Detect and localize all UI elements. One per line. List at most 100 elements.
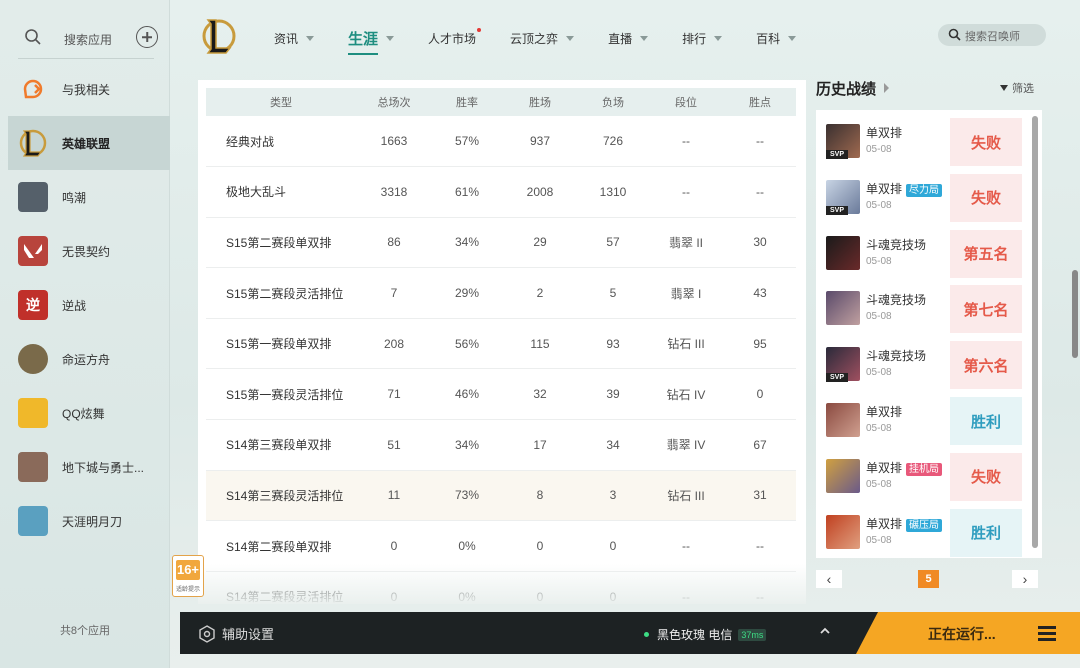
nizhan-icon: 逆 — [18, 290, 48, 320]
table-row[interactable]: 经典对战 1663 57% 937 726 -- -- — [206, 116, 796, 168]
history-scroll-thumb[interactable] — [1032, 116, 1038, 548]
running-status-button[interactable]: 正在运行... — [856, 612, 1080, 654]
sidebar-app-label: 与我相关 — [62, 83, 111, 97]
match-history-item[interactable]: 斗魂竞技场 05-08 第七名 — [816, 281, 1034, 337]
match-history-item[interactable]: SVP 单双排 05-08 失败 — [816, 114, 1034, 170]
nav-tab[interactable]: 直播 — [608, 30, 649, 47]
table-row[interactable]: S15第一赛段单双排 208 56% 115 93 钻石 III 95 — [206, 318, 796, 370]
sidebar-divider — [18, 58, 154, 59]
menu-icon[interactable] — [1038, 626, 1056, 641]
sidebar-app-item[interactable]: 地下城与勇士... — [8, 440, 170, 494]
table-cell: 0 — [502, 571, 578, 604]
sidebar-app-item[interactable]: 鸣潮 — [8, 170, 170, 224]
table-cell: 翡翠 IV — [648, 419, 724, 471]
table-cell: -- — [648, 571, 724, 604]
age-rating-badge: 16+ 适龄提示 — [172, 555, 204, 597]
valorant-icon — [18, 236, 48, 266]
lol-logo-icon[interactable] — [202, 16, 236, 56]
history-scrollbar[interactable] — [1032, 116, 1038, 548]
table-cell: 30 — [724, 217, 796, 269]
search-icon — [25, 29, 41, 45]
nav-tab[interactable]: 资讯 — [274, 30, 315, 47]
table-row[interactable]: S14第二赛段灵活排位 0 0% 0 0 -- -- — [206, 571, 796, 604]
table-cell: 34% — [432, 217, 502, 269]
sidebar-app-label: 鸣潮 — [62, 191, 87, 205]
app-count: 共8个应用 — [59, 625, 111, 637]
nav-tab[interactable]: 排行 — [682, 30, 723, 47]
sidebar-app-item[interactable]: 无畏契约 — [8, 224, 170, 278]
table-body: 经典对战 1663 57% 937 726 -- -- 极地大乱斗 3318 61% 2008 131… — [206, 116, 796, 604]
table-cell: 极地大乱斗 — [206, 166, 356, 218]
prev-page-button[interactable]: ‹ — [816, 570, 842, 588]
svp-badge: SVP — [826, 373, 848, 383]
table-cell: 93 — [578, 318, 648, 370]
match-mode-label: 单双排 — [866, 516, 903, 531]
table-cell: 31 — [724, 470, 796, 522]
column-header: 段位 — [648, 88, 724, 116]
table-cell: 0 — [356, 571, 432, 604]
table-row[interactable]: S15第一赛段灵活排位 71 46% 32 39 钻石 IV 0 — [206, 368, 796, 421]
table-row[interactable]: S15第二赛段单双排 86 34% 29 57 翡翠 II 30 — [206, 217, 796, 269]
chevron-right-icon[interactable] — [884, 83, 889, 93]
summoner-search-placeholder: 搜索召唤师 — [965, 31, 1020, 43]
add-app-icon[interactable] — [136, 26, 158, 48]
table-row[interactable]: S14第二赛段单双排 0 0% 0 0 -- -- — [206, 520, 796, 572]
nav-tab[interactable]: 生涯 — [348, 28, 395, 55]
next-page-button[interactable]: › — [1012, 570, 1038, 588]
app-search[interactable]: 搜索应用 — [0, 20, 170, 56]
match-mode: 斗魂竞技场 — [866, 291, 926, 308]
online-dot-icon — [644, 632, 649, 637]
table-cell: 95 — [724, 318, 796, 370]
table-cell: -- — [724, 166, 796, 218]
match-history-item[interactable]: SVP 斗魂竞技场 05-08 第六名 — [816, 337, 1034, 393]
history-title[interactable]: 历史战绩 — [816, 78, 876, 99]
sidebar-app-item[interactable]: 天涯明月刀 — [8, 494, 170, 548]
match-mode-label: 斗魂竞技场 — [866, 349, 927, 364]
server-status[interactable]: 黑色玫瑰 电信 37ms — [644, 626, 767, 643]
match-history-item[interactable]: 单双排 碾压局 05-08 胜利 — [816, 505, 1034, 561]
table-cell: 2008 — [502, 166, 578, 218]
chevron-down-icon — [566, 35, 575, 41]
assist-settings-button[interactable]: 辅助设置 — [198, 624, 274, 643]
nav-tab[interactable]: 百科 — [756, 30, 797, 47]
table-row[interactable]: 极地大乱斗 3318 61% 2008 1310 -- -- — [206, 166, 796, 218]
table-row[interactable]: S14第三赛段单双排 51 34% 17 34 翡翠 IV 67 — [206, 419, 796, 471]
table-cell: S14第二赛段灵活排位 — [206, 571, 356, 604]
match-history-item[interactable]: 单双排 挂机局 05-08 失败 — [816, 449, 1034, 505]
sidebar-app-item[interactable]: 英雄联盟 — [8, 116, 170, 170]
nav-tab[interactable]: 人才市场 — [428, 27, 482, 47]
chevron-up-icon[interactable] — [820, 626, 830, 636]
table-cell: 61% — [432, 166, 502, 218]
match-tag: 尽力局 — [906, 183, 943, 197]
match-history-item[interactable]: 斗魂竞技场 05-08 第五名 — [816, 226, 1034, 282]
page-scrollbar[interactable] — [1072, 270, 1078, 358]
match-tag: 碾压局 — [906, 518, 943, 532]
table-cell: -- — [724, 571, 796, 604]
match-history-item[interactable]: 单双排 05-08 胜利 — [816, 393, 1034, 449]
nav-tabs: 资讯 生涯 人才市场 云顶之弈 直播 排行 百科 — [274, 26, 830, 55]
sidebar-app-item[interactable]: 命运方舟 — [8, 332, 170, 386]
table-cell: 726 — [578, 116, 648, 168]
current-page[interactable]: 5 — [918, 570, 939, 588]
sidebar-app-item[interactable]: 逆逆战 — [8, 278, 170, 332]
match-history-item[interactable]: SVP 单双排 尽力局 05-08 失败 — [816, 170, 1034, 226]
table-cell: 3318 — [356, 166, 432, 218]
summoner-search[interactable]: 搜索召唤师 — [938, 24, 1046, 46]
table-row[interactable]: S14第三赛段灵活排位 11 73% 8 3 钻石 III 31 — [206, 470, 796, 522]
table-row[interactable]: S15第二赛段灵活排位 7 29% 2 5 翡翠 I 43 — [206, 267, 796, 319]
filter-button[interactable]: 筛选 — [1000, 80, 1034, 96]
match-mode: 斗魂竞技场 — [866, 347, 926, 364]
table-cell: 0 — [578, 571, 648, 604]
sidebar-app-label: 地下城与勇士... — [62, 461, 145, 475]
table-cell: 34% — [432, 419, 502, 471]
table-cell: 0 — [502, 520, 578, 572]
table-cell: -- — [724, 116, 796, 168]
table-cell: S15第二赛段单双排 — [206, 217, 356, 269]
match-date: 05-08 — [866, 534, 892, 546]
sidebar-app-item[interactable]: 与我相关 — [8, 62, 170, 116]
sidebar-app-label: 命运方舟 — [62, 353, 111, 367]
table-cell: 39 — [578, 368, 648, 421]
sidebar-app-item[interactable]: QQ炫舞 — [8, 386, 170, 440]
svp-badge: SVP — [826, 205, 848, 215]
nav-tab[interactable]: 云顶之弈 — [510, 30, 575, 47]
